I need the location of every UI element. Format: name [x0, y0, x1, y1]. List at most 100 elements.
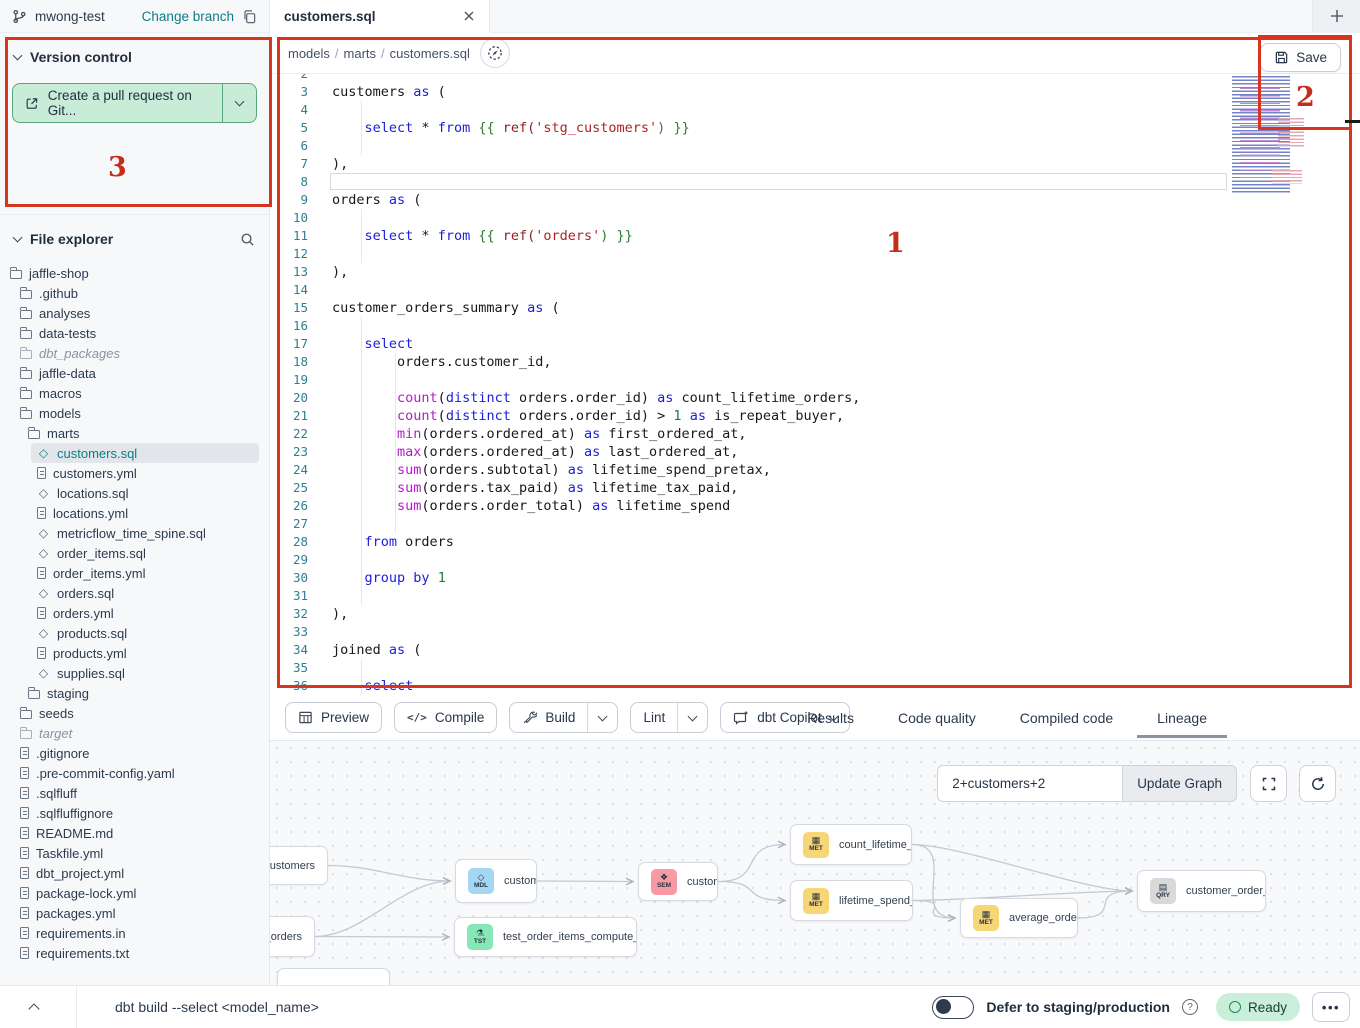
code-line-6[interactable]: 6	[270, 137, 1360, 155]
code-editor[interactable]: 23customers as (45 select * from {{ ref(…	[270, 74, 1360, 695]
code-line-32[interactable]: 32),	[270, 605, 1360, 623]
file-explorer-header[interactable]: File explorer	[0, 215, 269, 257]
copy-icon[interactable]	[242, 9, 257, 24]
code-line-3[interactable]: 3customers as (	[270, 83, 1360, 101]
fullscreen-button[interactable]	[1250, 765, 1287, 802]
tab-results[interactable]: Results	[807, 695, 854, 740]
code-line-2[interactable]: 2	[270, 74, 1360, 83]
lineage-node-count_lifetime_orders[interactable]: ▦METcount_lifetime_orders	[790, 824, 912, 865]
tree-item-README.md[interactable]: README.md	[14, 823, 259, 843]
code-line-20[interactable]: 20 count(distinct orders.order_id) as co…	[270, 389, 1360, 407]
tree-item-target[interactable]: target	[14, 723, 259, 743]
change-branch-link[interactable]: Change branch	[142, 9, 234, 24]
build-button[interactable]: Build	[509, 702, 618, 733]
code-line-16[interactable]: 16	[270, 317, 1360, 335]
tree-item-order_items.sql[interactable]: ◇order_items.sql	[31, 543, 259, 563]
tree-item-customers.yml[interactable]: customers.yml	[31, 463, 259, 483]
tree-item-locations.sql[interactable]: ◇locations.sql	[31, 483, 259, 503]
tree-item-.sqlfluffignore[interactable]: .sqlfluffignore	[14, 803, 259, 823]
tree-item-models[interactable]: models	[14, 403, 259, 423]
lineage-node-stg_orders[interactable]: stg_orders	[270, 916, 315, 957]
code-line-29[interactable]: 29	[270, 551, 1360, 569]
code-line-22[interactable]: 22 min(orders.ordered_at) as first_order…	[270, 425, 1360, 443]
lineage-node-lifetime_spend_pretax[interactable]: ▦METlifetime_spend_pretax	[790, 880, 913, 921]
code-line-31[interactable]: 31	[270, 587, 1360, 605]
code-line-8[interactable]: 8	[270, 173, 1360, 191]
minimap[interactable]	[1232, 74, 1318, 198]
code-line-9[interactable]: 9orders as (	[270, 191, 1360, 209]
lineage-node-test_orders[interactable]: ⚗TSTtest_order_items_compute_to_bools…	[454, 917, 637, 957]
tree-item-staging[interactable]: staging	[22, 683, 259, 703]
tab-code-quality[interactable]: Code quality	[898, 695, 976, 740]
compile-button[interactable]: </> Compile	[394, 702, 497, 733]
code-line-35[interactable]: 35	[270, 659, 1360, 677]
save-button[interactable]: Save	[1260, 43, 1341, 72]
tree-item-macros[interactable]: macros	[14, 383, 259, 403]
tree-item-.pre-commit-config.yaml[interactable]: .pre-commit-config.yaml	[14, 763, 259, 783]
tree-item-packages.yml[interactable]: packages.yml	[14, 903, 259, 923]
cli-command[interactable]: dbt build --select <model_name>	[115, 999, 319, 1015]
tree-item-.sqlfluff[interactable]: .sqlfluff	[14, 783, 259, 803]
code-line-26[interactable]: 26 sum(orders.order_total) as lifetime_s…	[270, 497, 1360, 515]
defer-toggle[interactable]	[932, 996, 974, 1019]
tab-customers-sql[interactable]: customers.sql	[270, 0, 490, 33]
lineage-panel[interactable]: Update Graph stg_customers stg_orders ◇MDL…	[270, 740, 1360, 985]
tree-item-jaffle-data[interactable]: jaffle-data	[14, 363, 259, 383]
update-graph-button[interactable]: Update Graph	[1122, 765, 1237, 802]
code-line-17[interactable]: 17 select	[270, 335, 1360, 353]
lineage-node-customer_order_metrics[interactable]: ▤QRYcustomer_order_metrics	[1137, 870, 1266, 912]
lint-dropdown[interactable]	[677, 703, 707, 732]
code-line-18[interactable]: 18 orders.customer_id,	[270, 353, 1360, 371]
lint-button[interactable]: Lint	[630, 702, 708, 733]
code-line-36[interactable]: 36 select	[270, 677, 1360, 695]
tree-item-orders.sql[interactable]: ◇orders.sql	[31, 583, 259, 603]
copilot-compass-button[interactable]	[480, 38, 510, 68]
tree-item-seeds[interactable]: seeds	[14, 703, 259, 723]
code-line-5[interactable]: 5 select * from {{ ref('stg_customers') …	[270, 119, 1360, 137]
tree-item-requirements.txt[interactable]: requirements.txt	[14, 943, 259, 963]
lineage-filter-input[interactable]	[937, 765, 1122, 802]
tree-item-jaffle-shop[interactable]: jaffle-shop	[4, 263, 259, 283]
code-line-13[interactable]: 13),	[270, 263, 1360, 281]
code-line-25[interactable]: 25 sum(orders.tax_paid) as lifetime_tax_…	[270, 479, 1360, 497]
code-line-7[interactable]: 7),	[270, 155, 1360, 173]
create-pr-button[interactable]: Create a pull request on Git...	[12, 83, 257, 123]
help-icon[interactable]: ?	[1182, 999, 1198, 1015]
tree-item-marts[interactable]: marts	[22, 423, 259, 443]
code-line-34[interactable]: 34joined as (	[270, 641, 1360, 659]
tree-item-.gitignore[interactable]: .gitignore	[14, 743, 259, 763]
tree-item-products.sql[interactable]: ◇products.sql	[31, 623, 259, 643]
create-pr-main[interactable]: Create a pull request on Git...	[13, 84, 222, 122]
lineage-node-partial_bottom[interactable]	[277, 968, 390, 985]
build-dropdown[interactable]	[587, 703, 617, 732]
create-pr-dropdown[interactable]	[222, 84, 256, 122]
refresh-button[interactable]	[1299, 765, 1336, 802]
tree-item-locations.yml[interactable]: locations.yml	[31, 503, 259, 523]
code-line-27[interactable]: 27	[270, 515, 1360, 533]
code-line-28[interactable]: 28 from orders	[270, 533, 1360, 551]
tree-item-customers.sql[interactable]: ◇customers.sql	[31, 443, 259, 463]
tree-item-dbt_project.yml[interactable]: dbt_project.yml	[14, 863, 259, 883]
tree-item-.github[interactable]: .github	[14, 283, 259, 303]
tree-item-package-lock.yml[interactable]: package-lock.yml	[14, 883, 259, 903]
tab-compiled-code[interactable]: Compiled code	[1020, 695, 1113, 740]
lineage-node-average_order_value[interactable]: ▦METaverage_order_value	[960, 898, 1078, 938]
code-line-30[interactable]: 30 group by 1	[270, 569, 1360, 587]
more-options-button[interactable]: •••	[1312, 992, 1350, 1022]
tree-item-Taskfile.yml[interactable]: Taskfile.yml	[14, 843, 259, 863]
tree-item-orders.yml[interactable]: orders.yml	[31, 603, 259, 623]
tree-item-supplies.sql[interactable]: ◇supplies.sql	[31, 663, 259, 683]
code-line-14[interactable]: 14	[270, 281, 1360, 299]
lineage-node-stg_customers[interactable]: stg_customers	[270, 846, 328, 885]
lineage-node-customers_mdl[interactable]: ◇MDLcustomers	[455, 859, 537, 903]
code-line-10[interactable]: 10	[270, 209, 1360, 227]
code-line-4[interactable]: 4	[270, 101, 1360, 119]
tree-item-metricflow_time_spine.sql[interactable]: ◇metricflow_time_spine.sql	[31, 523, 259, 543]
close-tab-icon[interactable]	[463, 10, 475, 22]
code-line-11[interactable]: 11 select * from {{ ref('orders') }}	[270, 227, 1360, 245]
code-line-23[interactable]: 23 max(orders.ordered_at) as last_ordere…	[270, 443, 1360, 461]
tab-lineage[interactable]: Lineage	[1157, 695, 1207, 740]
code-line-19[interactable]: 19	[270, 371, 1360, 389]
tree-item-analyses[interactable]: analyses	[14, 303, 259, 323]
tree-item-dbt_packages[interactable]: dbt_packages	[14, 343, 259, 363]
